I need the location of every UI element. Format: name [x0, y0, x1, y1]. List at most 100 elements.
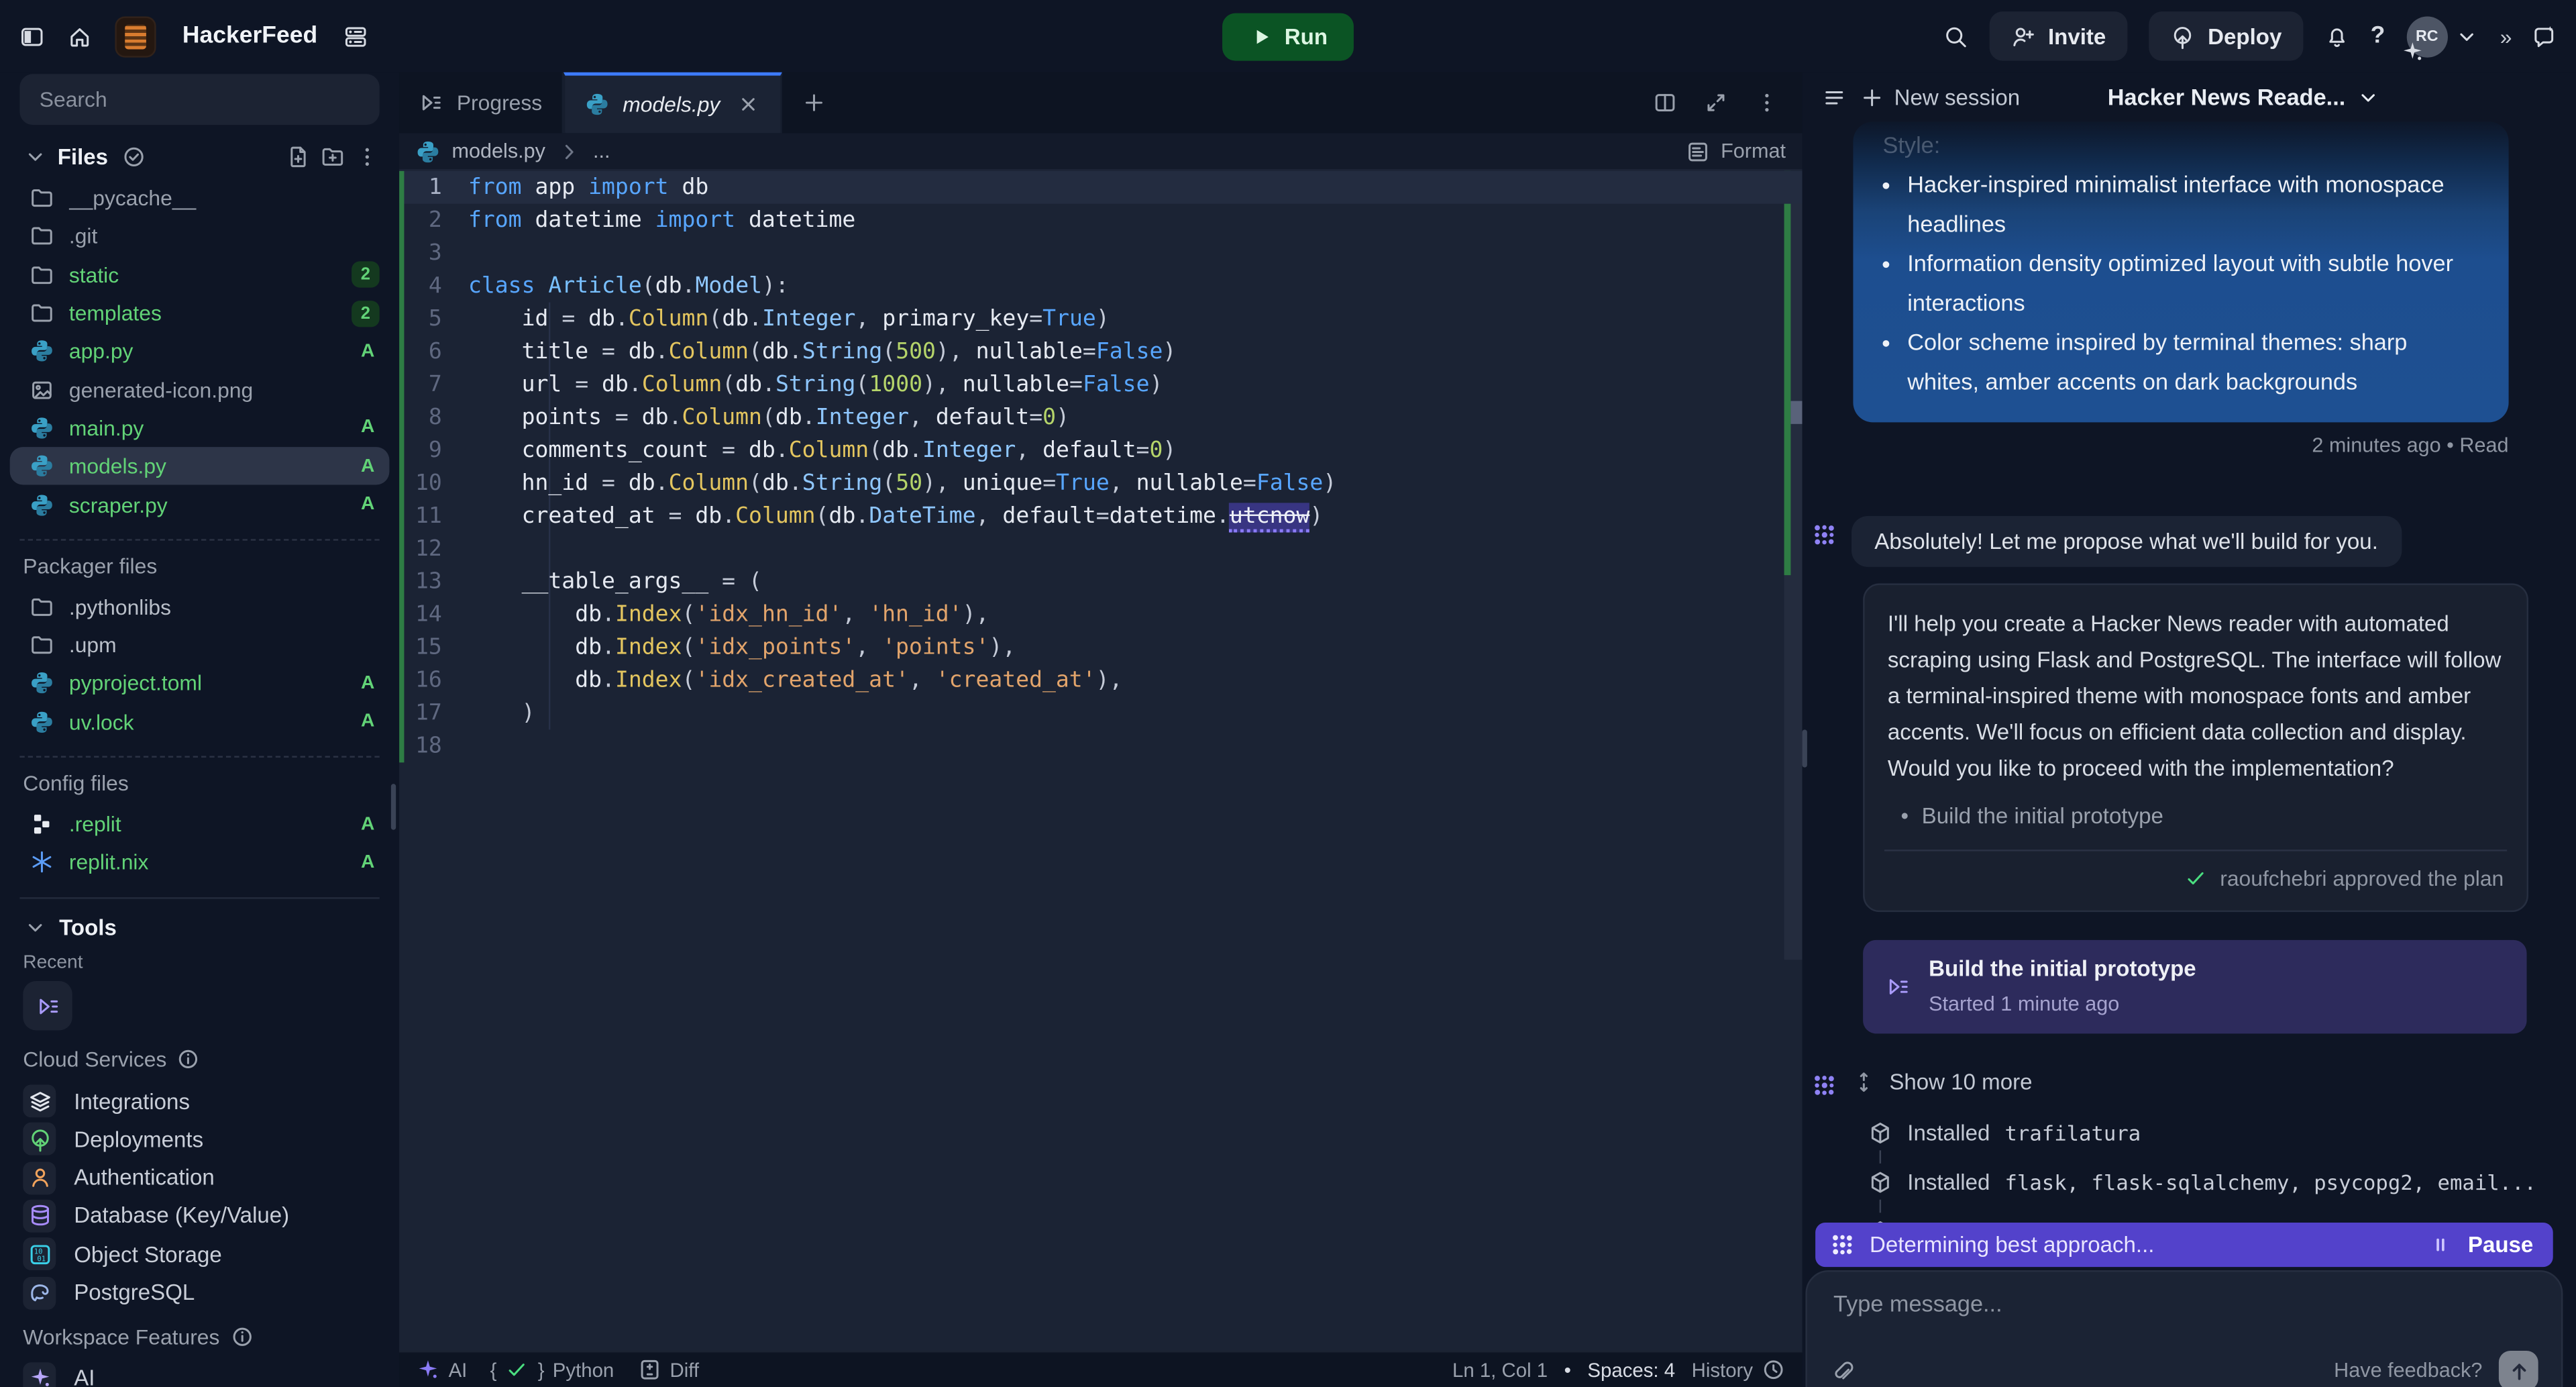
chat-messages[interactable]: Style: Hacker-inspired minimalist interf…: [1803, 121, 2576, 1223]
file-row[interactable]: .replitA: [0, 805, 399, 843]
attach-icon[interactable]: [1830, 1358, 1855, 1383]
sidebar-item-deployments[interactable]: Deployments: [0, 1121, 399, 1159]
project-name[interactable]: HackerFeed: [182, 23, 317, 49]
file-row[interactable]: pyproject.tomlA: [0, 664, 399, 703]
message-composer[interactable]: Have feedback?: [1805, 1270, 2563, 1387]
show-more-button[interactable]: Show 10 more: [1851, 1070, 2033, 1094]
feedback-link[interactable]: Have feedback?: [2334, 1359, 2482, 1382]
code-line[interactable]: 3: [399, 237, 1802, 270]
sessions-list-icon[interactable]: [1822, 85, 1847, 109]
install-step[interactable]: Installedapscheduler, beautifulsoup4, re…: [1868, 1213, 2576, 1223]
code-line[interactable]: 12: [399, 532, 1802, 565]
code-line[interactable]: 8 points = db.Column(db.Integer, default…: [399, 401, 1802, 434]
tab-progress[interactable]: Progress: [399, 72, 564, 134]
code-line[interactable]: 1from app import db: [399, 171, 1802, 204]
file-row[interactable]: models.pyA: [10, 447, 390, 485]
breadcrumb-more[interactable]: ...: [593, 140, 610, 162]
message-input[interactable]: [1830, 1288, 2538, 1318]
run-button[interactable]: Run: [1222, 12, 1354, 60]
notifications-icon[interactable]: [2324, 24, 2349, 49]
sidebar-item-database-key-value-[interactable]: Database (Key/Value): [0, 1197, 399, 1235]
tools-header[interactable]: Tools: [23, 916, 379, 941]
code-line[interactable]: 14 db.Index('idx_hn_id', 'hn_id'),: [399, 598, 1802, 631]
code-line[interactable]: 15 db.Index('idx_points', 'points'),: [399, 631, 1802, 664]
sidebar-item-authentication[interactable]: Authentication: [0, 1159, 399, 1197]
pause-button[interactable]: Pause: [2468, 1233, 2533, 1257]
history-button[interactable]: History: [1692, 1357, 1786, 1382]
files-menu-icon[interactable]: [355, 145, 380, 170]
account-menu[interactable]: RC: [2406, 15, 2479, 56]
file-row[interactable]: __pycache__: [0, 179, 399, 217]
sidebar-item-integrations[interactable]: Integrations: [0, 1082, 399, 1121]
pane-menu-icon[interactable]: [1755, 91, 1780, 115]
chat-scrollbar[interactable]: [1803, 729, 1807, 767]
collapse-panels-icon[interactable]: »: [2500, 24, 2510, 49]
cursor-position[interactable]: Ln 1, Col 1: [1452, 1358, 1548, 1381]
format-button[interactable]: Format: [1686, 139, 1786, 164]
help-icon[interactable]: ?: [2371, 23, 2385, 49]
invite-button[interactable]: Invite: [1989, 11, 2127, 60]
code-line[interactable]: 11 created_at = db.Column(db.DateTime, d…: [399, 499, 1802, 532]
code-line[interactable]: 6 title = db.Column(db.String(500), null…: [399, 336, 1802, 368]
new-session-button[interactable]: New session: [1860, 85, 2020, 109]
code-line[interactable]: 5 id = db.Column(db.Integer, primary_key…: [399, 303, 1802, 336]
tab-models-py[interactable]: models.py: [564, 72, 782, 134]
sidebar-item-postgresql[interactable]: PostgreSQL: [0, 1274, 399, 1312]
file-row[interactable]: .pythonlibs: [0, 588, 399, 626]
code-line[interactable]: 17 ): [399, 697, 1802, 729]
recent-workflows-tile[interactable]: [23, 982, 72, 1031]
indentation-setting[interactable]: Spaces: 4: [1587, 1358, 1675, 1381]
close-tab-icon[interactable]: [737, 92, 761, 117]
code-line[interactable]: 9 comments_count = db.Column(db.Integer,…: [399, 434, 1802, 467]
file-row[interactable]: generated-icon.png: [0, 370, 399, 409]
code-line[interactable]: 13 __table_args__ = (: [399, 565, 1802, 598]
search-input[interactable]: [36, 85, 363, 113]
pause-icon[interactable]: [2428, 1233, 2453, 1257]
info-icon[interactable]: [229, 1325, 254, 1349]
home-icon[interactable]: [67, 24, 92, 49]
check-circle-icon[interactable]: [121, 145, 146, 170]
file-row[interactable]: replit.nixA: [0, 843, 399, 882]
deploy-button[interactable]: Deploy: [2149, 11, 2303, 60]
sidebar-scrollbar[interactable]: [391, 784, 396, 830]
code-line[interactable]: 2from datetime import datetime: [399, 204, 1802, 237]
chevron-down-icon[interactable]: [23, 145, 48, 170]
install-step[interactable]: Installedflask, flask-sqlalchemy, psycop…: [1868, 1164, 2576, 1200]
expand-pane-icon[interactable]: [1704, 91, 1729, 115]
code-line[interactable]: 4class Article(db.Model):: [399, 270, 1802, 303]
sidebar-item-object-storage[interactable]: 1001Object Storage: [0, 1235, 399, 1274]
file-row[interactable]: templates2: [0, 294, 399, 332]
resources-icon[interactable]: [343, 24, 368, 49]
file-row[interactable]: main.pyA: [0, 409, 399, 447]
code-editor[interactable]: 1from app import db2from datetime import…: [399, 171, 1802, 1351]
sidebar-search[interactable]: [19, 74, 379, 125]
progress-card[interactable]: Build the initial prototype Started 1 mi…: [1863, 940, 2526, 1034]
file-row[interactable]: scraper.pyA: [0, 485, 399, 523]
status-diff[interactable]: Diff: [637, 1357, 700, 1382]
file-row[interactable]: uv.lockA: [0, 703, 399, 741]
split-pane-icon[interactable]: [1653, 91, 1678, 115]
file-row[interactable]: .git: [0, 217, 399, 256]
sidebar-toggle-icon[interactable]: [19, 24, 44, 49]
file-row[interactable]: .upm: [0, 626, 399, 664]
breadcrumb-file[interactable]: models.py: [451, 140, 545, 162]
ai-chat-toggle-icon[interactable]: [2532, 24, 2557, 49]
new-folder-icon[interactable]: [321, 145, 345, 170]
status-language[interactable]: { } Python: [490, 1357, 614, 1382]
send-button[interactable]: [2499, 1351, 2538, 1387]
code-line[interactable]: 18: [399, 729, 1802, 762]
status-ai[interactable]: AI: [416, 1357, 468, 1382]
new-file-icon[interactable]: [286, 145, 311, 170]
search-icon[interactable]: [1943, 24, 1968, 49]
code-line[interactable]: 7 url = db.Column(db.String(1000), nulla…: [399, 368, 1802, 401]
code-line[interactable]: 10 hn_id = db.Column(db.String(50), uniq…: [399, 467, 1802, 500]
info-icon[interactable]: [176, 1047, 201, 1072]
file-row[interactable]: app.pyA: [0, 332, 399, 370]
project-icon[interactable]: [115, 15, 156, 56]
install-step[interactable]: Installedtrafilatura: [1868, 1114, 2576, 1150]
code-line[interactable]: 16 db.Index('idx_created_at', 'created_a…: [399, 664, 1802, 697]
sidebar-item-ai[interactable]: AI: [0, 1359, 399, 1387]
session-title[interactable]: Hacker News Reade...: [2108, 84, 2479, 110]
new-tab-button[interactable]: [782, 72, 847, 134]
file-row[interactable]: static2: [0, 256, 399, 294]
